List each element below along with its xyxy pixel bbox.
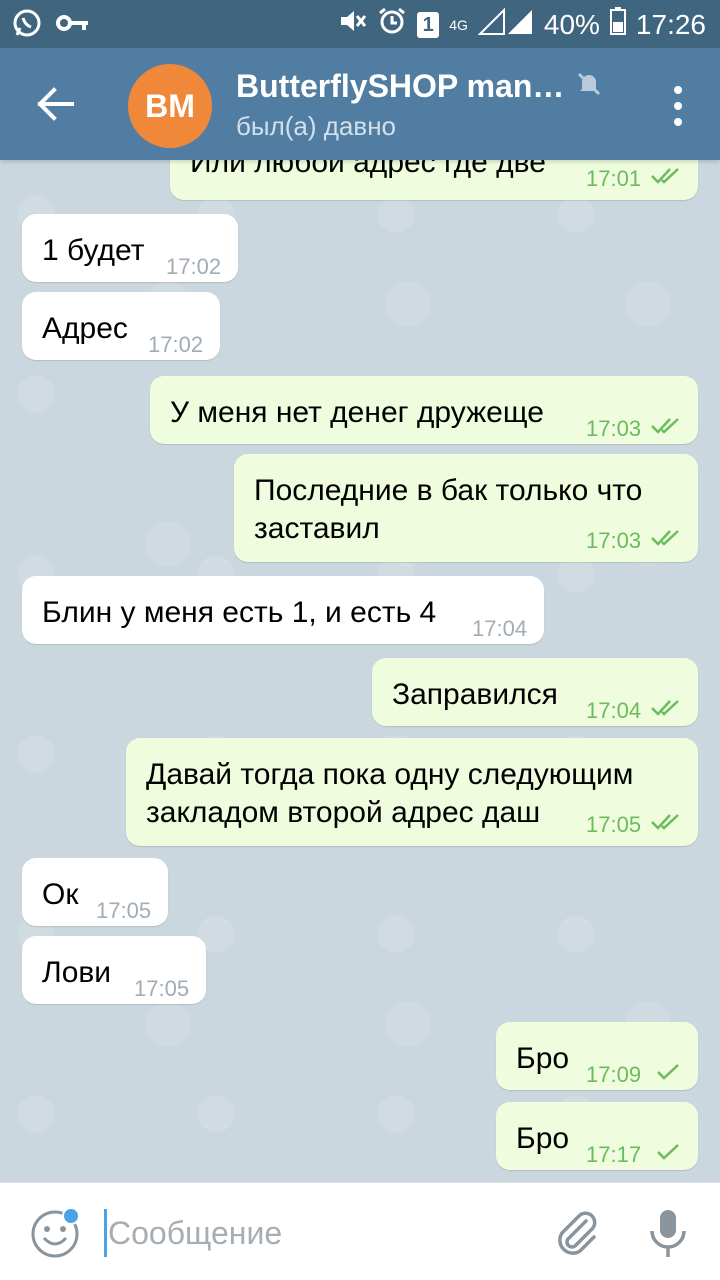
chat-info[interactable]: ButterflySHOP man… был(а) давно (236, 68, 616, 142)
message-incoming[interactable]: Адрес 17:02 (22, 292, 220, 360)
message-text: Адрес (42, 312, 128, 345)
message-time: 17:02 (148, 332, 204, 357)
chat-title-text: ButterflySHOP man… (236, 68, 565, 104)
text-cursor (104, 1209, 107, 1257)
message-list[interactable]: Или любой адрес где две 17:01 1 будет 17… (0, 160, 720, 1182)
message-time: 17:05 (134, 976, 190, 1001)
sent-check-icon (657, 1064, 679, 1080)
message-outgoing[interactable]: У меня нет денег дружеще 17:03 (150, 376, 698, 444)
message-time: 17:09 (586, 1062, 642, 1087)
key-icon (56, 12, 90, 39)
back-arrow-icon[interactable] (36, 86, 76, 122)
muted-bell-icon (576, 68, 602, 105)
message-input[interactable]: Сообщение (108, 1215, 282, 1252)
status-bar: 1 4G 40% 17:26 (0, 0, 720, 48)
emoji-notification-dot (62, 1207, 80, 1225)
read-checks-icon (651, 700, 679, 716)
message-text-line1: Давай тогда пока одну следующим (146, 758, 634, 791)
message-incoming[interactable]: Ок 17:05 (22, 858, 168, 926)
message-time: 17:04 (586, 698, 642, 723)
message-text-line2: закладом второй адрес даш (146, 796, 541, 829)
read-checks-icon (651, 168, 679, 184)
message-time: 17:03 (586, 416, 642, 441)
message-outgoing[interactable]: Или любой адрес где две 17:01 (170, 160, 698, 200)
message-text: Или любой адрес где две (190, 160, 546, 179)
message-text-line2: заставил (254, 512, 380, 545)
message-text: Ок (42, 878, 79, 911)
message-incoming[interactable]: Лови 17:05 (22, 936, 206, 1004)
read-checks-icon (651, 814, 679, 830)
chat-status: был(а) давно (236, 111, 397, 141)
sent-check-icon (657, 1144, 679, 1160)
message-text-line1: Последние в бак только что (254, 474, 643, 507)
chat-header: BM ButterflySHOP man… был(а) давно (0, 48, 720, 160)
message-text: 1 будет (42, 234, 145, 267)
message-text: У меня нет денег дружеще (170, 396, 544, 429)
message-outgoing[interactable]: Заправился 17:04 (372, 658, 698, 726)
network-label: 4G (449, 16, 468, 33)
message-time: 17:17 (586, 1142, 642, 1167)
message-text: Блин у меня есть 1, и есть 4 (42, 596, 437, 629)
message-incoming[interactable]: Блин у меня есть 1, и есть 4 17:04 (22, 576, 544, 644)
attach-icon[interactable] (552, 1207, 602, 1259)
clock: 17:26 (635, 8, 706, 40)
message-time: 17:03 (586, 528, 642, 553)
message-time: 17:05 (586, 812, 642, 837)
message-text: Бро (516, 1122, 570, 1155)
chat-title: ButterflySHOP man… (236, 68, 616, 105)
message-outgoing[interactable]: Последние в бак только что заставил 17:0… (234, 454, 698, 562)
message-outgoing[interactable]: Бро 17:17 (496, 1102, 698, 1170)
more-vert-icon[interactable] (672, 86, 684, 126)
message-input-bar: Сообщение (0, 1182, 720, 1280)
alarm-icon (377, 6, 407, 43)
message-outgoing[interactable]: Давай тогда пока одну следующим закладом… (126, 738, 698, 846)
sim-badge: 1 (417, 11, 440, 38)
message-time: 17:01 (586, 166, 642, 191)
message-time: 17:02 (166, 254, 222, 279)
message-text: Бро (516, 1042, 570, 1075)
message-outgoing[interactable]: Бро 17:09 (496, 1022, 698, 1090)
battery-icon (609, 7, 626, 42)
message-time: 17:05 (96, 898, 152, 923)
mute-icon (337, 6, 367, 43)
avatar[interactable]: BM (128, 64, 212, 148)
read-checks-icon (651, 530, 679, 546)
message-incoming[interactable]: 1 будет 17:02 (22, 214, 238, 282)
whatsapp-icon (12, 8, 42, 43)
battery-percent: 40% (543, 8, 600, 40)
message-text: Заправился (392, 678, 558, 711)
read-checks-icon (651, 418, 679, 434)
message-time: 17:04 (472, 616, 528, 641)
signal-icon (477, 6, 534, 43)
message-text: Лови (42, 956, 112, 989)
mic-icon[interactable] (646, 1207, 690, 1261)
